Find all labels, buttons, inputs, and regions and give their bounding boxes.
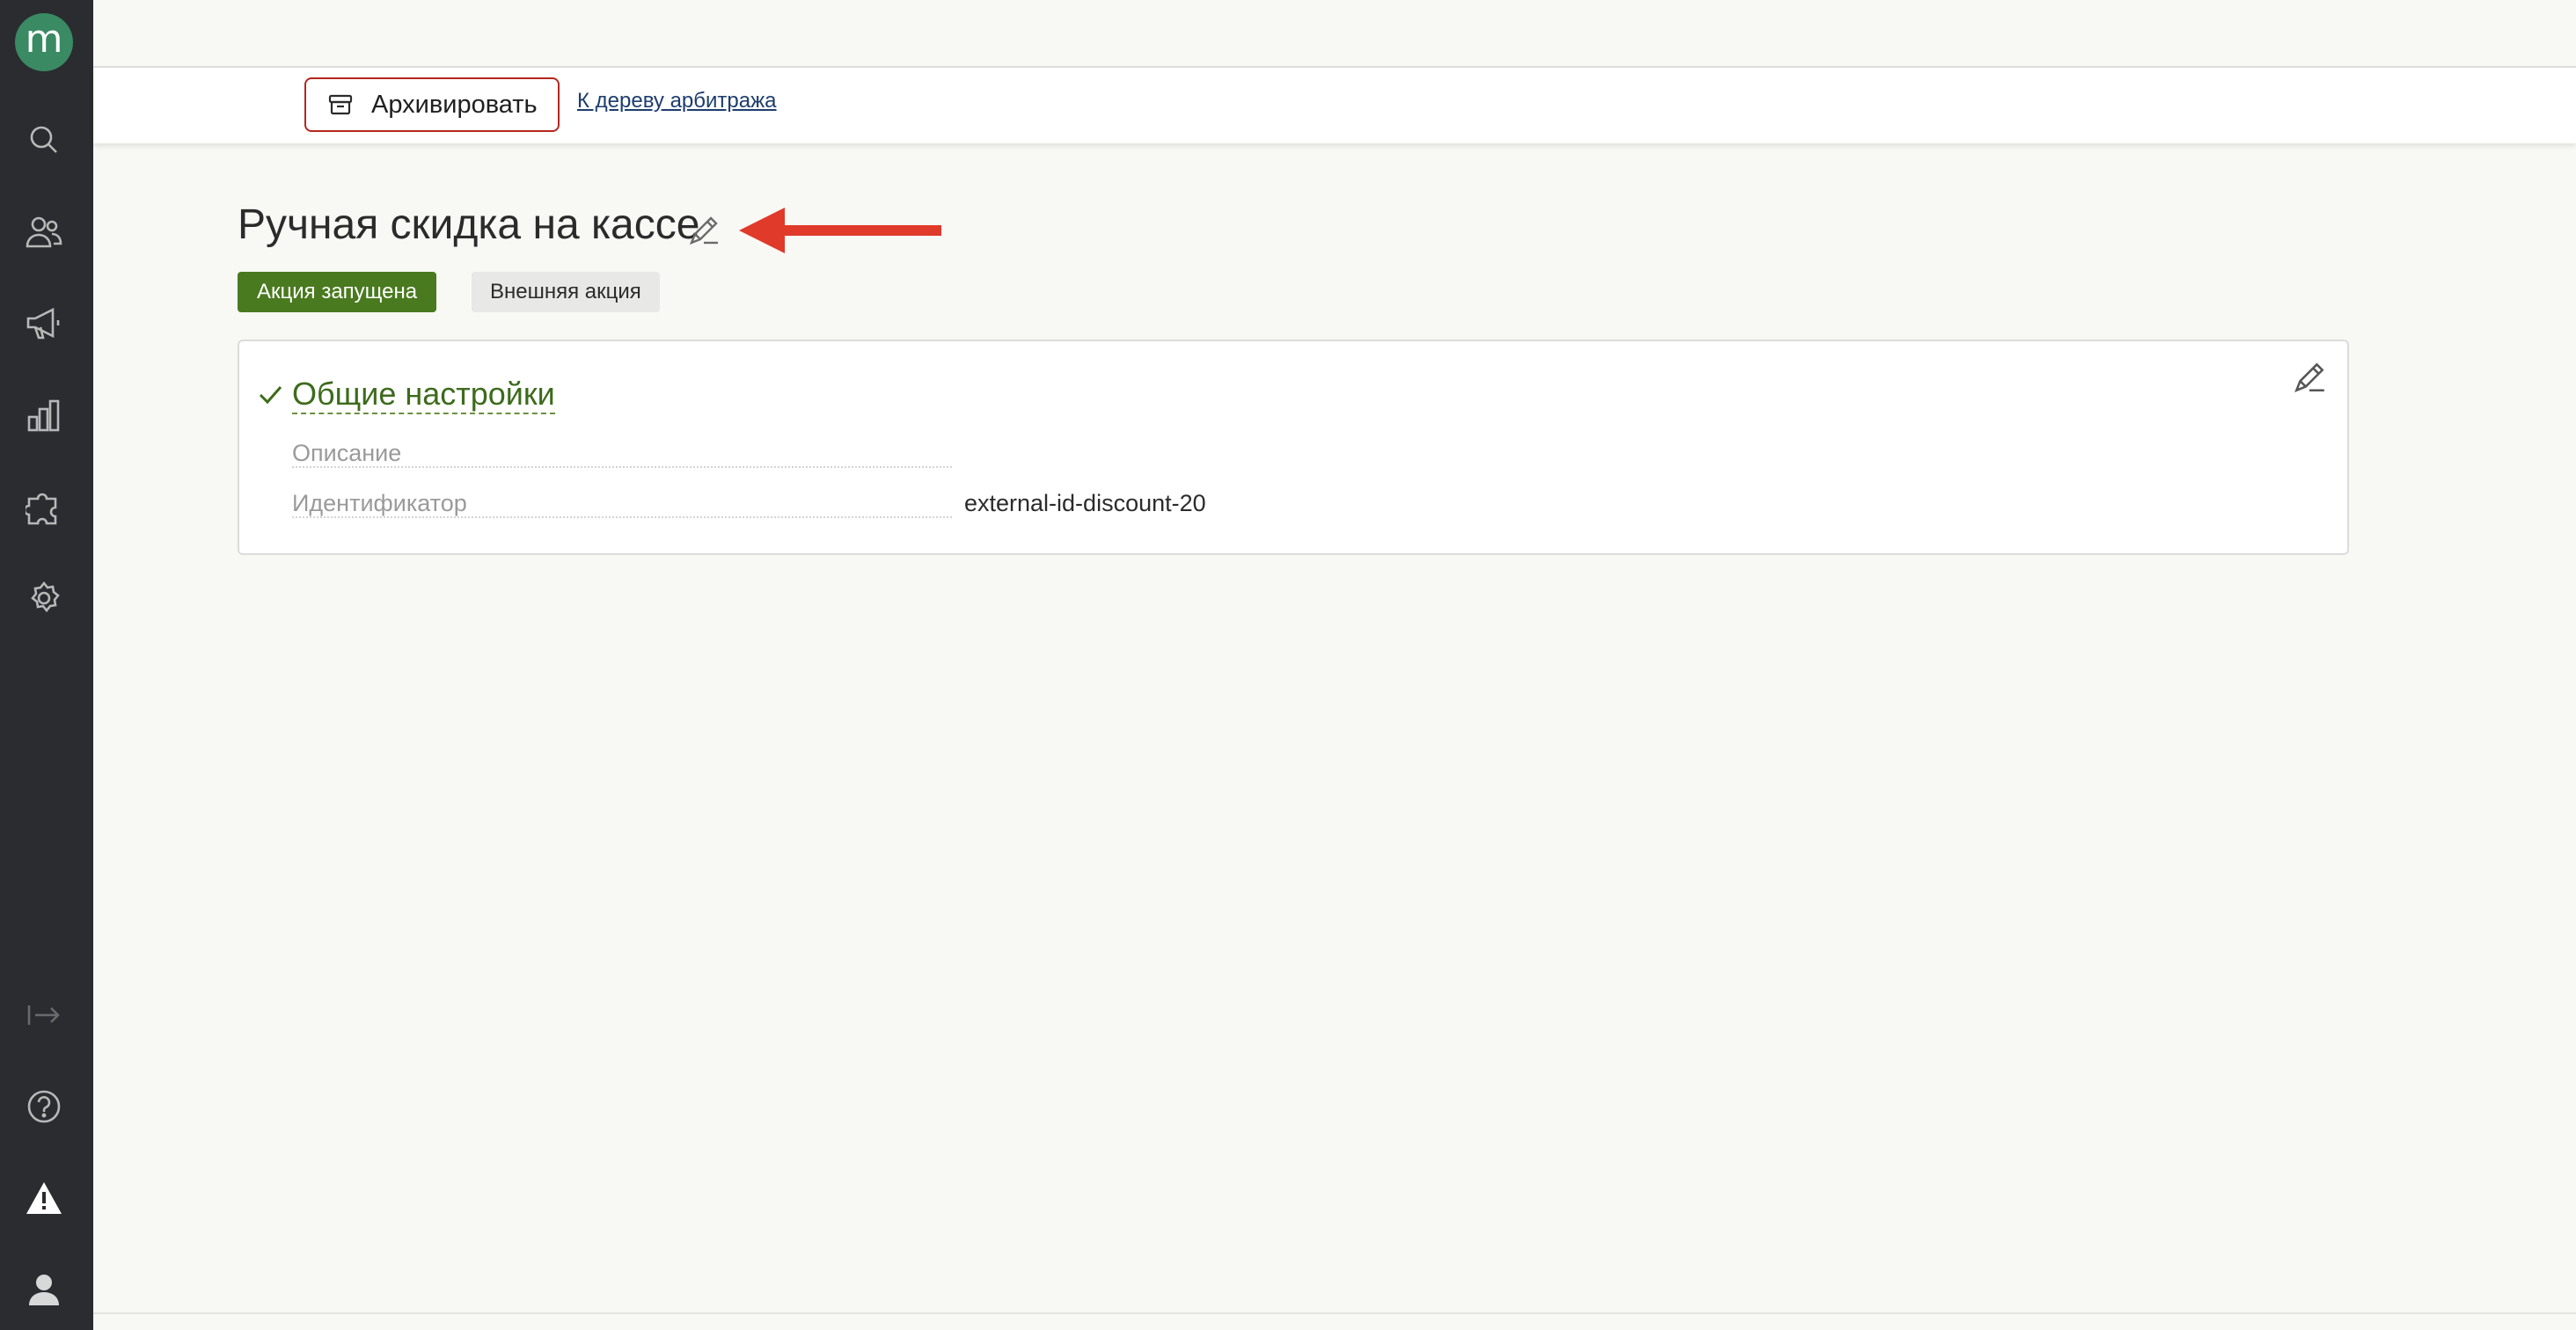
archive-box-icon <box>327 91 354 118</box>
field-row-identifier: Идентификатор external-id-discount-20 <box>292 490 2333 520</box>
search-icon[interactable] <box>24 120 64 160</box>
users-icon[interactable] <box>24 212 64 252</box>
help-icon[interactable] <box>24 1086 64 1127</box>
arbitrage-tree-link[interactable]: К дереву арбитража <box>577 89 777 113</box>
status-badge: Акция запущена <box>238 272 437 312</box>
gear-icon[interactable] <box>24 578 64 618</box>
check-icon <box>257 382 283 408</box>
sidebar: m <box>0 0 93 1330</box>
field-label-container: Описание <box>292 440 952 468</box>
field-value: external-id-discount-20 <box>964 490 1206 516</box>
collapse-sidebar-icon[interactable] <box>24 995 64 1035</box>
type-badge: Внешняя акция <box>472 272 660 312</box>
footer-divider <box>93 1312 2576 1314</box>
logo[interactable]: m <box>15 13 73 71</box>
logo-letter: m <box>25 17 63 62</box>
field-row-description: Описание <box>292 440 2333 470</box>
toolbar: Архивировать К дереву арбитража <box>93 68 2576 143</box>
general-settings-card: Общие настройки Описание Идентификатор e… <box>238 340 2349 555</box>
field-label-container: Идентификатор <box>292 490 952 518</box>
user-icon[interactable] <box>24 1269 64 1310</box>
annotation-arrow <box>739 208 941 253</box>
puzzle-icon[interactable] <box>24 486 64 527</box>
warning-icon[interactable] <box>24 1178 64 1218</box>
edit-settings-icon[interactable] <box>2291 359 2328 396</box>
field-label: Описание <box>292 440 404 466</box>
archive-button[interactable]: Архивировать <box>304 77 560 132</box>
archive-button-label: Архивировать <box>371 90 538 119</box>
page-title: Ручная скидка на кассе <box>238 201 700 248</box>
edit-title-icon[interactable] <box>686 213 721 248</box>
megaphone-icon[interactable] <box>24 303 64 344</box>
section-title[interactable]: Общие настройки <box>292 375 555 415</box>
top-header <box>93 0 2576 68</box>
bar-chart-icon[interactable] <box>24 395 64 435</box>
field-label: Идентификатор <box>292 490 469 516</box>
